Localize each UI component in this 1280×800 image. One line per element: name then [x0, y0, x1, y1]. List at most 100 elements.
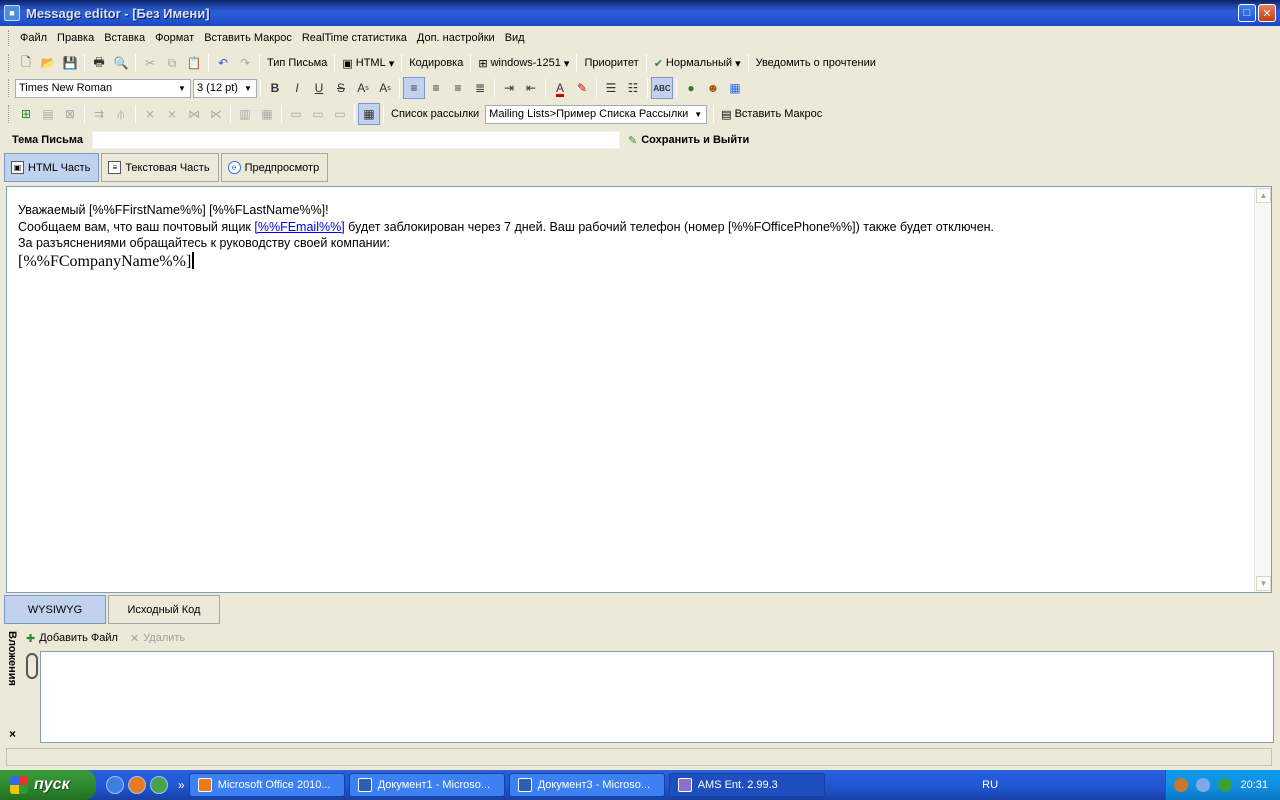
- valign-bottom-icon[interactable]: ▭: [329, 103, 351, 125]
- new-document-icon[interactable]: 🗋: [15, 52, 37, 74]
- menu-insert[interactable]: Вставка: [99, 32, 150, 44]
- encoding-dropdown[interactable]: ⊞ windows-1251 ▾: [474, 57, 573, 70]
- open-folder-icon[interactable]: 📂: [37, 52, 59, 74]
- subject-input[interactable]: [92, 131, 620, 149]
- copy-icon[interactable]: ⧉: [161, 52, 183, 74]
- language-indicator[interactable]: RU: [982, 779, 998, 791]
- delete-column-icon[interactable]: ⨯: [161, 103, 183, 125]
- network-icon[interactable]: [1196, 778, 1211, 792]
- outdent-icon[interactable]: ⇤: [520, 77, 542, 99]
- bullet-list-icon[interactable]: ☰: [600, 77, 622, 99]
- checkmark-icon: ✔: [653, 57, 663, 70]
- close-attachments-button[interactable]: ×: [9, 727, 16, 741]
- align-center-icon[interactable]: ≡: [425, 77, 447, 99]
- word-icon: [517, 778, 532, 792]
- mailing-list-value: Mailing Lists>Пример Списка Рассылки: [489, 108, 689, 120]
- cell-props-icon[interactable]: ▥: [234, 103, 256, 125]
- delete-row-icon[interactable]: ⨯: [139, 103, 161, 125]
- insert-macro-button[interactable]: ▤ Вставить Макрос: [717, 108, 826, 121]
- delete-table-icon[interactable]: ⊠: [59, 103, 81, 125]
- align-left-icon[interactable]: ≡: [403, 77, 425, 99]
- tab-text-part[interactable]: ≡ Текстовая Часть: [101, 153, 219, 182]
- split-cells-icon[interactable]: ⋉: [205, 103, 227, 125]
- indent-icon[interactable]: ⇥: [498, 77, 520, 99]
- font-color-icon[interactable]: A: [549, 77, 571, 99]
- editor-content[interactable]: Уважаемый [%%FFirstName%%] [%%FLastName%…: [18, 202, 994, 272]
- attachments-list[interactable]: [40, 651, 1274, 743]
- underline-icon[interactable]: U: [308, 77, 330, 99]
- menu-extra-settings[interactable]: Доп. настройки: [412, 32, 500, 44]
- html-editor[interactable]: Уважаемый [%%FFirstName%%] [%%FLastName%…: [6, 186, 1272, 593]
- font-name-select[interactable]: Times New Roman ▼: [15, 78, 191, 98]
- bold-icon[interactable]: B: [264, 77, 286, 99]
- print-preview-icon[interactable]: 🔍: [110, 52, 132, 74]
- insert-column-icon[interactable]: ⫛: [110, 103, 132, 125]
- redo-icon[interactable]: ↷: [234, 52, 256, 74]
- priority-dropdown[interactable]: ✔ Нормальный ▾: [650, 57, 745, 70]
- desktop-quicklaunch-icon[interactable]: [150, 776, 168, 794]
- print-icon[interactable]: 🖶: [88, 52, 110, 74]
- tab-label: HTML Часть: [28, 161, 91, 174]
- task-document3[interactable]: Документ3 - Microso...: [508, 773, 665, 797]
- globe-link-icon[interactable]: ●: [680, 77, 702, 99]
- menu-realtime-stats[interactable]: RealTime статистика: [297, 32, 412, 44]
- menu-edit[interactable]: Правка: [52, 32, 99, 44]
- image-icon[interactable]: ▦: [724, 77, 746, 99]
- mailing-list-select[interactable]: Mailing Lists>Пример Списка Рассылки ▼: [485, 104, 708, 124]
- valign-middle-icon[interactable]: ▭: [307, 103, 329, 125]
- toolbar-main: 🗋 📂 💾 🖶 🔍 ✂ ⧉ 📋 ↶ ↷ Тип Письма ▣ HTML ▾ Ко…: [0, 50, 1280, 76]
- cut-icon[interactable]: ✂: [139, 52, 161, 74]
- save-and-exit-button[interactable]: ✎ Сохранить и Выйти: [628, 134, 749, 147]
- start-button[interactable]: пуск: [0, 770, 96, 800]
- maximize-button[interactable]: □: [1238, 4, 1256, 22]
- menu-format[interactable]: Формат: [150, 32, 199, 44]
- align-right-icon[interactable]: ≡: [447, 77, 469, 99]
- highlight-icon[interactable]: ✎: [571, 77, 593, 99]
- tab-preview[interactable]: e Предпросмотр: [220, 153, 329, 182]
- tab-source-code[interactable]: Исходный Код: [108, 595, 220, 624]
- task-ams[interactable]: AMS Ent. 2.99.3: [668, 773, 825, 797]
- spellcheck-icon[interactable]: ABC: [651, 77, 673, 99]
- paste-icon[interactable]: 📋: [183, 52, 205, 74]
- scroll-up-icon[interactable]: ▲: [1256, 188, 1271, 203]
- menu-view[interactable]: Вид: [500, 32, 530, 44]
- show-borders-icon[interactable]: ▦: [358, 103, 380, 125]
- insert-table-icon[interactable]: ⊞: [15, 103, 37, 125]
- task-office[interactable]: Microsoft Office 2010...: [188, 773, 345, 797]
- menu-insert-macro[interactable]: Вставить Макрос: [199, 32, 297, 44]
- add-file-label: Добавить Файл: [39, 632, 118, 644]
- italic-icon[interactable]: I: [286, 77, 308, 99]
- align-justify-icon[interactable]: ≣: [469, 77, 491, 99]
- ie-quicklaunch-icon[interactable]: [106, 776, 124, 794]
- numbered-list-icon[interactable]: ☷: [622, 77, 644, 99]
- task-document1[interactable]: Документ1 - Microso...: [348, 773, 505, 797]
- tab-wysiwyg[interactable]: WYSIWYG: [4, 595, 106, 624]
- insert-row-icon[interactable]: ⇉: [88, 103, 110, 125]
- table-properties-icon[interactable]: ▤: [37, 103, 59, 125]
- close-button[interactable]: ✕: [1258, 4, 1276, 22]
- superscript-icon[interactable]: As: [374, 77, 396, 99]
- valign-top-icon[interactable]: ▭: [285, 103, 307, 125]
- smiley-icon[interactable]: ☻: [702, 77, 724, 99]
- tab-html-part[interactable]: ▣ HTML Часть: [4, 153, 100, 182]
- add-file-button[interactable]: ✚ Добавить Файл: [26, 632, 118, 645]
- strikethrough-icon[interactable]: S: [330, 77, 352, 99]
- security-icon[interactable]: [1218, 778, 1233, 792]
- delete-file-button[interactable]: ✕ Удалить: [130, 632, 185, 645]
- tray-arrow-icon[interactable]: [1174, 778, 1189, 792]
- chevron-right-icon[interactable]: »: [178, 778, 185, 792]
- grid-icon[interactable]: ▦: [256, 103, 278, 125]
- menu-file[interactable]: Файл: [15, 32, 52, 44]
- editor-scrollbar[interactable]: ▲ ▼: [1254, 187, 1271, 592]
- scroll-down-icon[interactable]: ▼: [1256, 576, 1271, 591]
- merge-cells-icon[interactable]: ⋈: [183, 103, 205, 125]
- email-link[interactable]: [%%FEmail%%]: [254, 220, 344, 234]
- attachments-side: Вложения ×: [4, 627, 38, 745]
- subscript-icon[interactable]: As: [352, 77, 374, 99]
- font-size-select[interactable]: 3 (12 pt) ▼: [193, 78, 257, 98]
- undo-icon[interactable]: ↶: [212, 52, 234, 74]
- format-dropdown[interactable]: ▣ HTML ▾: [338, 57, 398, 70]
- read-receipt-button[interactable]: Уведомить о прочтении: [752, 57, 880, 69]
- save-icon[interactable]: 💾: [59, 52, 81, 74]
- firefox-quicklaunch-icon[interactable]: [128, 776, 146, 794]
